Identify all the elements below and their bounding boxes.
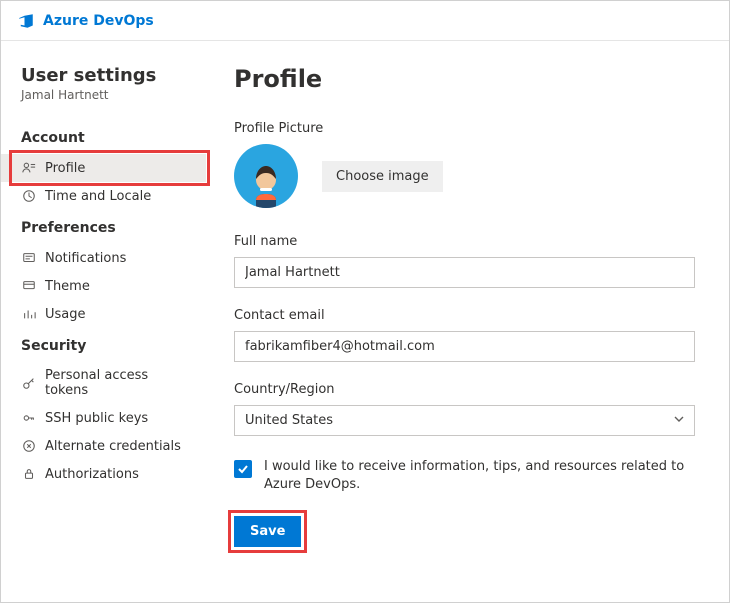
sidebar-item-authorizations[interactable]: Authorizations bbox=[1, 460, 206, 488]
full-name-input[interactable] bbox=[234, 257, 695, 288]
azure-devops-logo-icon bbox=[17, 12, 35, 30]
sidebar-item-ssh[interactable]: SSH public keys bbox=[1, 404, 206, 432]
sidebar-item-profile[interactable]: Profile bbox=[1, 154, 206, 182]
sidebar-item-label: Personal access tokens bbox=[45, 368, 186, 398]
contact-email-label: Contact email bbox=[234, 308, 695, 323]
avatar bbox=[234, 144, 298, 208]
profile-icon bbox=[21, 160, 37, 176]
usage-icon bbox=[21, 306, 37, 322]
theme-icon bbox=[21, 278, 37, 294]
contact-email-input[interactable] bbox=[234, 331, 695, 362]
country-field: Country/Region bbox=[234, 382, 695, 436]
subscribe-checkbox[interactable] bbox=[234, 460, 252, 478]
sidebar-item-label: SSH public keys bbox=[45, 411, 148, 426]
key-icon bbox=[21, 375, 37, 391]
sidebar-item-label: Alternate credentials bbox=[45, 439, 181, 454]
credentials-icon bbox=[21, 438, 37, 454]
settings-title: User settings bbox=[1, 65, 206, 88]
sidebar-item-label: Profile bbox=[45, 161, 85, 176]
section-security: Security bbox=[1, 328, 206, 362]
sidebar-item-pat[interactable]: Personal access tokens bbox=[1, 362, 206, 404]
section-account: Account bbox=[1, 120, 206, 154]
content-area: Profile Profile Picture Choose image Ful… bbox=[206, 41, 729, 602]
body-layout: User settings Jamal Hartnett Account Pro… bbox=[1, 41, 729, 602]
lock-icon bbox=[21, 466, 37, 482]
save-button[interactable]: Save bbox=[234, 516, 301, 547]
ssh-key-icon bbox=[21, 410, 37, 426]
country-label: Country/Region bbox=[234, 382, 695, 397]
sidebar-item-label: Time and Locale bbox=[45, 189, 151, 204]
clock-icon bbox=[21, 188, 37, 204]
sidebar-item-usage[interactable]: Usage bbox=[1, 300, 206, 328]
sidebar-item-notifications[interactable]: Notifications bbox=[1, 244, 206, 272]
sidebar-item-label: Notifications bbox=[45, 251, 126, 266]
brand-text[interactable]: Azure DevOps bbox=[43, 13, 154, 29]
settings-subtitle: Jamal Hartnett bbox=[1, 88, 206, 120]
profile-picture-label: Profile Picture bbox=[234, 121, 695, 136]
full-name-label: Full name bbox=[234, 234, 695, 249]
profile-picture-row: Choose image bbox=[234, 144, 695, 208]
notifications-icon bbox=[21, 250, 37, 266]
country-select[interactable] bbox=[234, 405, 695, 436]
subscribe-label: I would like to receive information, tip… bbox=[264, 458, 695, 494]
choose-image-button[interactable]: Choose image bbox=[322, 161, 443, 192]
subscribe-row: I would like to receive information, tip… bbox=[234, 458, 695, 494]
sidebar-item-time-locale[interactable]: Time and Locale bbox=[1, 182, 206, 210]
contact-email-field: Contact email bbox=[234, 308, 695, 362]
sidebar-item-label: Authorizations bbox=[45, 467, 139, 482]
section-preferences: Preferences bbox=[1, 210, 206, 244]
page-title: Profile bbox=[234, 65, 695, 93]
sidebar-item-label: Theme bbox=[45, 279, 90, 294]
sidebar-item-label: Usage bbox=[45, 307, 86, 322]
top-header: Azure DevOps bbox=[1, 1, 729, 41]
sidebar: User settings Jamal Hartnett Account Pro… bbox=[1, 41, 206, 602]
full-name-field: Full name bbox=[234, 234, 695, 288]
sidebar-item-alt-creds[interactable]: Alternate credentials bbox=[1, 432, 206, 460]
sidebar-item-theme[interactable]: Theme bbox=[1, 272, 206, 300]
